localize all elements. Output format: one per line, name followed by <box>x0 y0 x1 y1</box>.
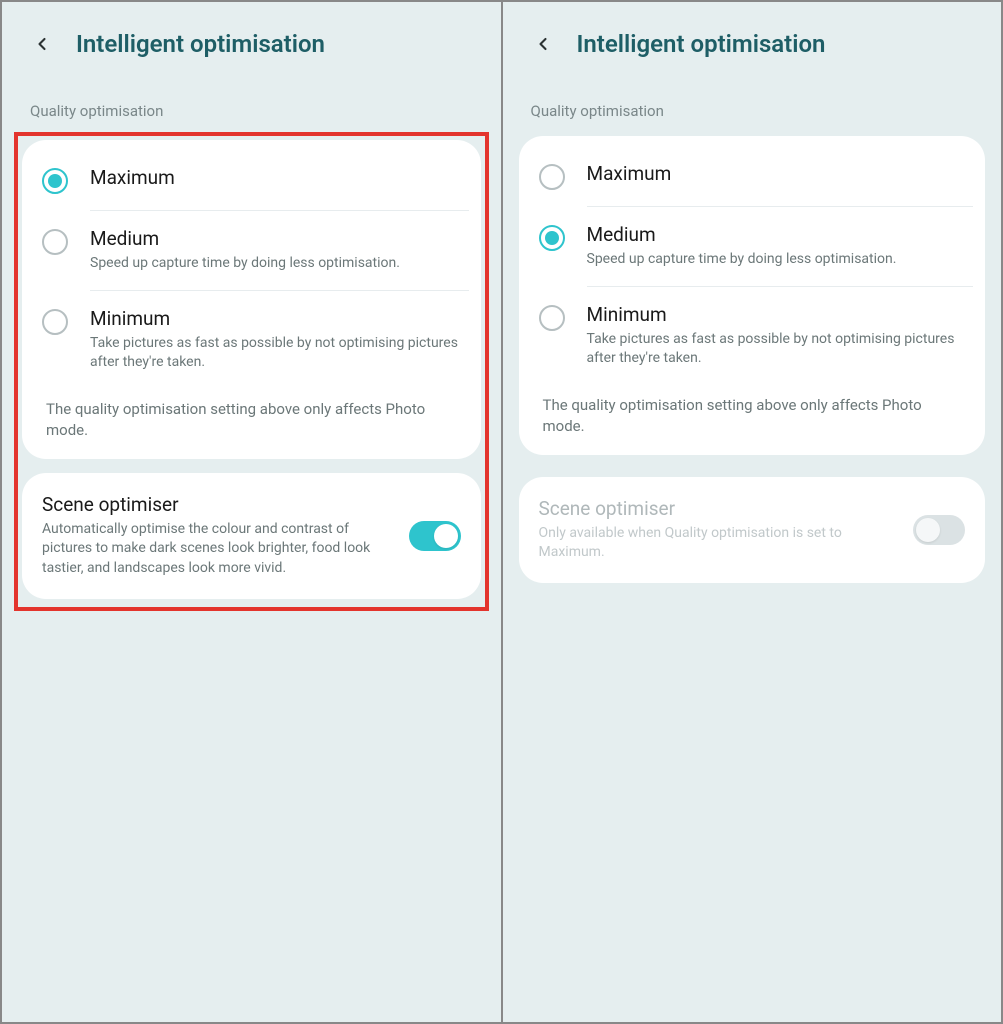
back-icon[interactable] <box>32 34 52 54</box>
quality-options-card: Maximum Medium Speed up capture time by … <box>22 140 481 459</box>
radio-title: Maximum <box>90 166 461 189</box>
radio-icon <box>42 309 68 335</box>
scene-optimiser-toggle <box>913 515 965 545</box>
toggle-knob <box>916 518 940 542</box>
radio-desc: Speed up capture time by doing less opti… <box>587 250 966 270</box>
section-label: Quality optimisation <box>503 70 1002 128</box>
radio-title: Medium <box>587 223 966 246</box>
quality-note: The quality optimisation setting above o… <box>519 385 986 437</box>
radio-desc: Speed up capture time by doing less opti… <box>90 254 461 274</box>
header: Intelligent optimisation <box>503 2 1002 70</box>
radio-content: Maximum <box>587 162 966 185</box>
radio-option-medium[interactable]: Medium Speed up capture time by doing le… <box>22 211 481 290</box>
left-screen: Intelligent optimisation Quality optimis… <box>2 2 501 1022</box>
quality-note: The quality optimisation setting above o… <box>22 389 481 441</box>
scene-optimiser-title: Scene optimiser <box>539 497 904 520</box>
radio-title: Minimum <box>587 303 966 326</box>
radio-content: Minimum Take pictures as fast as possibl… <box>90 307 461 373</box>
radio-desc: Take pictures as fast as possible by not… <box>90 334 461 373</box>
right-screen: Intelligent optimisation Quality optimis… <box>503 2 1002 1022</box>
radio-content: Medium Speed up capture time by doing le… <box>587 223 966 270</box>
radio-title: Medium <box>90 227 461 250</box>
page-title: Intelligent optimisation <box>577 30 826 58</box>
radio-content: Maximum <box>90 166 461 189</box>
radio-option-medium[interactable]: Medium Speed up capture time by doing le… <box>519 207 986 286</box>
radio-icon <box>42 229 68 255</box>
back-icon[interactable] <box>533 34 553 54</box>
highlight-box: Maximum Medium Speed up capture time by … <box>14 132 489 611</box>
toggle-knob <box>434 524 458 548</box>
radio-icon <box>42 168 68 194</box>
scene-optimiser-title: Scene optimiser <box>42 493 399 516</box>
radio-desc: Take pictures as fast as possible by not… <box>587 330 966 369</box>
toggle-content: Scene optimiser Automatically optimise t… <box>42 493 399 579</box>
scene-optimiser-card: Scene optimiser Automatically optimise t… <box>22 473 481 599</box>
radio-content: Minimum Take pictures as fast as possibl… <box>587 303 966 369</box>
scene-optimiser-desc: Automatically optimise the colour and co… <box>42 520 399 579</box>
radio-icon <box>539 305 565 331</box>
radio-option-maximum[interactable]: Maximum <box>519 146 986 206</box>
scene-optimiser-toggle[interactable] <box>409 521 461 551</box>
radio-option-maximum[interactable]: Maximum <box>22 150 481 210</box>
radio-icon <box>539 164 565 190</box>
section-label: Quality optimisation <box>2 70 501 128</box>
scene-optimiser-card: Scene optimiser Only available when Qual… <box>519 477 986 583</box>
radio-title: Minimum <box>90 307 461 330</box>
radio-title: Maximum <box>587 162 966 185</box>
radio-option-minimum[interactable]: Minimum Take pictures as fast as possibl… <box>519 287 986 385</box>
header: Intelligent optimisation <box>2 2 501 70</box>
page-title: Intelligent optimisation <box>76 30 325 58</box>
radio-icon <box>539 225 565 251</box>
radio-option-minimum[interactable]: Minimum Take pictures as fast as possibl… <box>22 291 481 389</box>
scene-optimiser-desc: Only available when Quality optimisation… <box>539 524 904 563</box>
quality-options-card: Maximum Medium Speed up capture time by … <box>519 136 986 455</box>
radio-content: Medium Speed up capture time by doing le… <box>90 227 461 274</box>
toggle-content: Scene optimiser Only available when Qual… <box>539 497 904 563</box>
